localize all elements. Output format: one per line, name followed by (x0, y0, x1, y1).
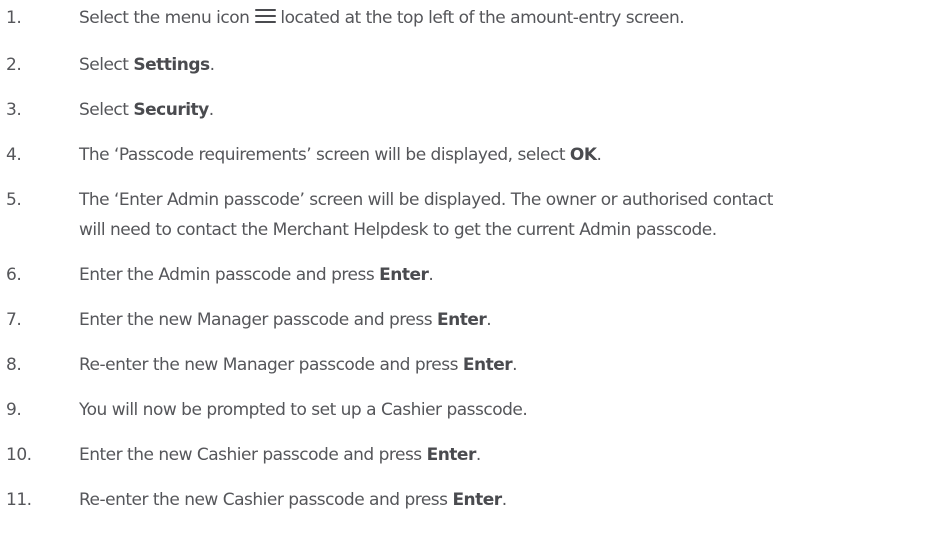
step-number: 1. (6, 8, 22, 28)
step-text-post: . (486, 310, 492, 330)
step-text: Enter the new Manager passcode and press… (79, 305, 492, 335)
step-number: 3. (6, 100, 22, 120)
step-text-pre: Select the menu icon (79, 8, 250, 28)
step-number: 11. (6, 490, 32, 510)
step-text-line-1: The ‘Enter Admin passcode’ screen will b… (79, 190, 773, 210)
step-text-post: . (209, 55, 215, 75)
step-number: 8. (6, 355, 22, 375)
step-bold-term: Enter (379, 265, 429, 285)
step-text-post: . (428, 265, 434, 285)
step-bold-term: OK (569, 145, 597, 165)
step-text: Re-enter the new Cashier passcode and pr… (79, 485, 507, 515)
step-text-pre: Select (79, 100, 134, 120)
step-bold-term: Enter (437, 310, 487, 330)
step-text-pre: Enter the Admin passcode and press (79, 265, 380, 285)
step-text-post: . (475, 445, 481, 465)
step-text: Enter the Admin passcode and press Enter… (79, 260, 434, 290)
step-text: The ‘Enter Admin passcode’ screen will b… (79, 185, 773, 245)
step-number: 5. (6, 190, 22, 210)
step-text-pre: Enter the new Cashier passcode and press (79, 445, 427, 465)
step-bold-term: Enter (452, 490, 502, 510)
step-text: Enter the new Cashier passcode and press… (79, 440, 481, 470)
menu-icon (255, 9, 277, 24)
step-text-pre: Re-enter the new Cashier passcode and pr… (79, 490, 453, 510)
step-text-post: . (208, 100, 214, 120)
step-text: The ‘Passcode requirements’ screen will … (79, 140, 602, 170)
step-text-pre: Select (79, 55, 134, 75)
step-text-post: . (501, 490, 507, 510)
step-text-pre: Enter the new Manager passcode and press (79, 310, 437, 330)
step-number: 6. (6, 265, 22, 285)
step-text-pre: The ‘Passcode requirements’ screen will … (79, 145, 570, 165)
step-text: Re-enter the new Manager passcode and pr… (79, 350, 518, 380)
step-text: Select Settings. (79, 50, 215, 80)
step-number: 2. (6, 55, 22, 75)
step-number: 9. (6, 400, 22, 420)
step-text-post: . (512, 355, 518, 375)
step-bold-term: Enter (426, 445, 477, 465)
step-text-post: located at the top left of the amount-en… (280, 8, 685, 28)
step-bold-term: Enter (462, 355, 513, 375)
step-text-pre: Re-enter the new Manager passcode and pr… (79, 355, 463, 375)
step-text: Select the menu icon located at the top l… (79, 3, 685, 33)
step-bold-term: Settings (133, 55, 210, 75)
step-number: 10. (6, 445, 32, 465)
step-text: You will now be prompted to set up a Cas… (79, 400, 528, 420)
step-number: 4. (6, 145, 22, 165)
step-text-line-2: will need to contact the Merchant Helpde… (79, 220, 717, 240)
step-text-post: . (596, 145, 602, 165)
step-bold-term: Security (133, 100, 209, 120)
step-text: Select Security. (79, 95, 214, 125)
step-number: 7. (6, 310, 22, 330)
